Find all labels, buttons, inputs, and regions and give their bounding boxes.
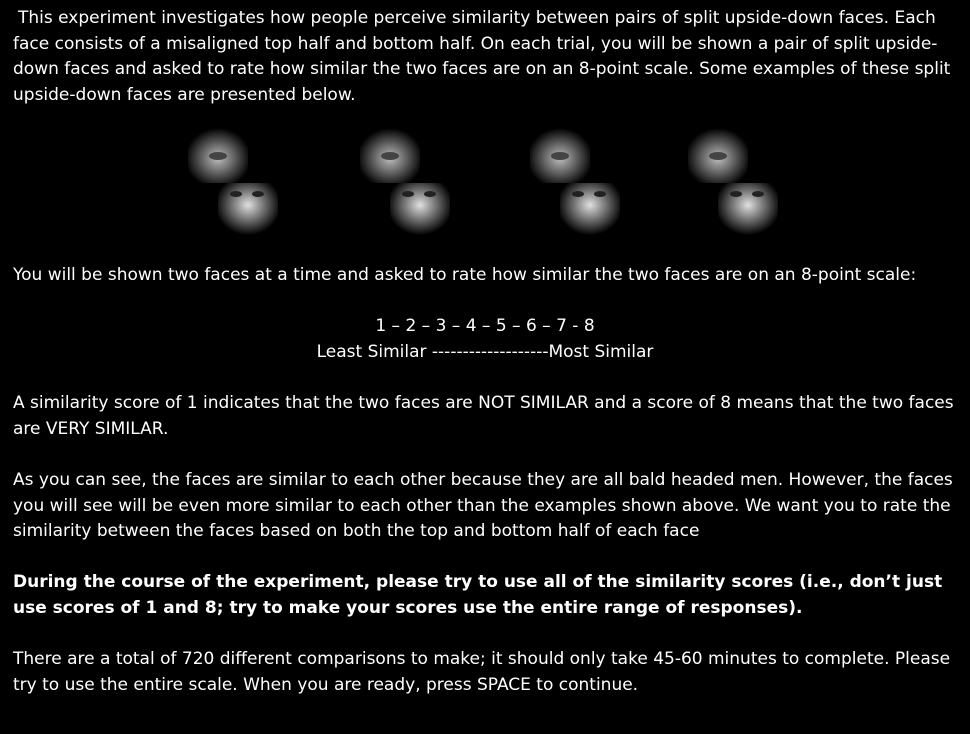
bold-instruction: During the course of the experiment, ple… [13,572,943,618]
explanation-paragraph: A similarity score of 1 indicates that t… [13,393,954,439]
scale-labels: Least Similar -------------------Most Si… [316,342,654,362]
scale-numbers: 1 – 2 – 3 – 4 – 5 – 6 – 7 - 8 [375,316,595,336]
intro-paragraph: This experiment investigates how people … [13,8,951,105]
faces-note-paragraph: As you can see, the faces are similar to… [13,470,953,542]
instruction-screen: This experiment investigates how people … [0,0,970,734]
split-face-image [188,128,283,238]
example-faces-row [0,128,970,238]
split-face-image [360,128,455,238]
closing-paragraph: There are a total of 720 different compa… [13,649,951,695]
split-face-image [688,128,783,238]
split-face-image [530,128,625,238]
scale-intro: You will be shown two faces at a time an… [13,265,917,285]
